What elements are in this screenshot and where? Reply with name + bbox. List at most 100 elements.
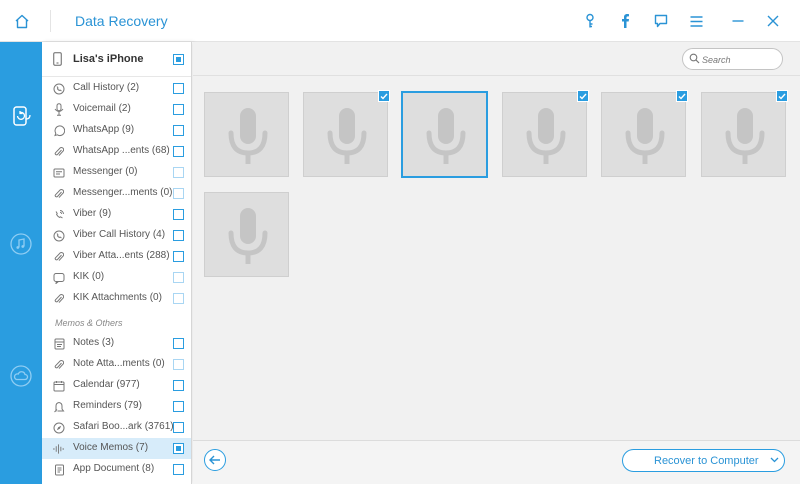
calendar-icon [53, 379, 65, 392]
sidebar-item-messenger[interactable]: Messenger (0) [42, 162, 191, 183]
sidebar-item-label: Calendar (977) [73, 379, 140, 390]
sidebar-item-whatsapp[interactable]: WhatsApp (9) [42, 120, 191, 141]
icloud-icon [10, 365, 32, 387]
notes-icon [53, 337, 65, 350]
sidebar-item-whatsapp-attachments[interactable]: WhatsApp ...ents (68) [42, 141, 191, 162]
device-row[interactable]: Lisa's iPhone [42, 42, 191, 77]
sidebar-item-checkbox[interactable] [173, 83, 184, 94]
sidebar-item-label: Viber Call History (4) [73, 229, 166, 240]
waveform-icon [53, 442, 65, 455]
sidebar-item-safari-bookmarks[interactable]: Safari Boo...ark (3761) [42, 417, 191, 438]
sidebar-item-checkbox[interactable] [173, 251, 184, 262]
sidebar-item-label: WhatsApp ...ents (68) [73, 145, 170, 156]
category-sidebar: Lisa's iPhone Call History (2) Voicemail… [42, 42, 192, 484]
attachment-icon [53, 358, 65, 371]
sidebar-item-checkbox[interactable] [173, 104, 184, 115]
sidebar-item-notes[interactable]: Notes (3) [42, 333, 191, 354]
microphone-icon [228, 208, 268, 264]
voice-memo-tile[interactable] [402, 92, 487, 177]
bottom-action-bar: Recover to Computer [193, 440, 800, 484]
voice-memo-tile[interactable] [303, 90, 390, 177]
sidebar-item-checkbox[interactable] [173, 209, 184, 220]
tile-checkbox[interactable] [378, 90, 390, 102]
sidebar-item-checkbox[interactable] [173, 167, 184, 178]
voice-memo-tile[interactable] [502, 90, 589, 177]
back-button[interactable] [204, 449, 226, 471]
sidebar-item-checkbox[interactable] [173, 293, 184, 304]
close-button[interactable] [762, 10, 784, 32]
rail-recover-from-itunes[interactable] [0, 222, 42, 266]
sidebar-item-voice-memos[interactable]: Voice Memos (7) [42, 438, 191, 459]
voice-memo-tile[interactable] [601, 90, 688, 177]
key-button[interactable] [579, 10, 601, 32]
sidebar-item-checkbox[interactable] [173, 422, 184, 433]
sidebar-item-checkbox[interactable] [173, 401, 184, 412]
rail-recover-from-device[interactable] [0, 94, 42, 138]
sidebar-item-checkbox[interactable] [173, 188, 184, 199]
sidebar-item-kik[interactable]: KIK (0) [42, 267, 191, 288]
checkmark-icon [579, 93, 587, 100]
sidebar-item-label: App Document (8) [73, 463, 155, 474]
home-icon [15, 14, 29, 28]
voice-memo-tile[interactable] [204, 92, 289, 177]
sidebar-item-note-attachments[interactable]: Note Atta...ments (0) [42, 354, 191, 375]
attachment-icon [53, 250, 65, 263]
sidebar-item-checkbox[interactable] [173, 146, 184, 157]
sidebar-item-app-document[interactable]: App Document (8) [42, 459, 191, 480]
title-separator [50, 10, 51, 32]
sidebar-item-voicemail[interactable]: Voicemail (2) [42, 99, 191, 120]
device-name: Lisa's iPhone [73, 53, 144, 65]
microphone-icon [625, 108, 665, 164]
sidebar-item-checkbox[interactable] [173, 230, 184, 241]
sidebar-item-checkbox[interactable] [173, 338, 184, 349]
search-icon [689, 53, 700, 64]
sidebar-item-label: Notes (3) [73, 337, 115, 348]
sidebar-item-viber[interactable]: Viber (9) [42, 204, 191, 225]
main-toolbar [193, 42, 800, 76]
sidebar-item-checkbox[interactable] [173, 125, 184, 136]
tile-checkbox[interactable] [676, 90, 688, 102]
sidebar-item-checkbox[interactable] [173, 380, 184, 391]
safari-icon [53, 421, 65, 434]
tile-checkbox[interactable] [776, 90, 788, 102]
sidebar-item-label: Voice Memos (7) [73, 442, 149, 453]
tile-checkbox[interactable] [577, 90, 589, 102]
sidebar-item-label: Messenger (0) [73, 166, 138, 177]
voice-memo-tile[interactable] [204, 192, 289, 277]
device-recover-icon [13, 106, 31, 126]
menu-button[interactable] [685, 10, 707, 32]
checkmark-icon [778, 93, 786, 100]
facebook-button[interactable] [614, 10, 636, 32]
hamburger-menu-icon [690, 15, 702, 27]
sidebar-item-call-history[interactable]: Call History (2) [42, 78, 191, 99]
chevron-down-icon[interactable] [770, 457, 779, 463]
sidebar-item-checkbox[interactable] [173, 443, 184, 454]
phone-device-icon [53, 52, 62, 66]
rail-recover-from-icloud[interactable] [0, 354, 42, 398]
device-checkbox[interactable] [173, 54, 184, 65]
recover-to-computer-button[interactable]: Recover to Computer [622, 449, 785, 472]
sidebar-item-reminders[interactable]: Reminders (79) [42, 396, 191, 417]
sidebar-item-viber-attachments[interactable]: Viber Atta...ents (288) [42, 246, 191, 267]
app-title: Data Recovery [75, 13, 168, 29]
sidebar-item-messenger-attachments[interactable]: Messenger...ments (0) [42, 183, 191, 204]
close-icon [767, 15, 779, 27]
title-bar: Data Recovery [0, 0, 800, 42]
sidebar-item-checkbox[interactable] [173, 272, 184, 283]
sidebar-item-calendar[interactable]: Calendar (977) [42, 375, 191, 396]
sidebar-item-kik-attachments[interactable]: KIK Attachments (0) [42, 288, 191, 309]
microphone-icon [526, 108, 566, 164]
whatsapp-icon [53, 124, 65, 137]
home-button[interactable] [0, 0, 44, 42]
feedback-button[interactable] [650, 10, 672, 32]
sidebar-item-viber-call-history[interactable]: Viber Call History (4) [42, 225, 191, 246]
sidebar-item-checkbox[interactable] [173, 464, 184, 475]
sidebar-item-label: Messenger...ments (0) [73, 187, 173, 198]
voice-memo-tile[interactable] [701, 90, 788, 177]
checkmark-icon [678, 93, 686, 100]
sidebar-item-checkbox[interactable] [173, 359, 184, 370]
search-box[interactable] [682, 48, 783, 70]
microphone-icon [426, 108, 466, 164]
search-input[interactable] [702, 52, 778, 67]
minimize-button[interactable] [727, 10, 749, 32]
